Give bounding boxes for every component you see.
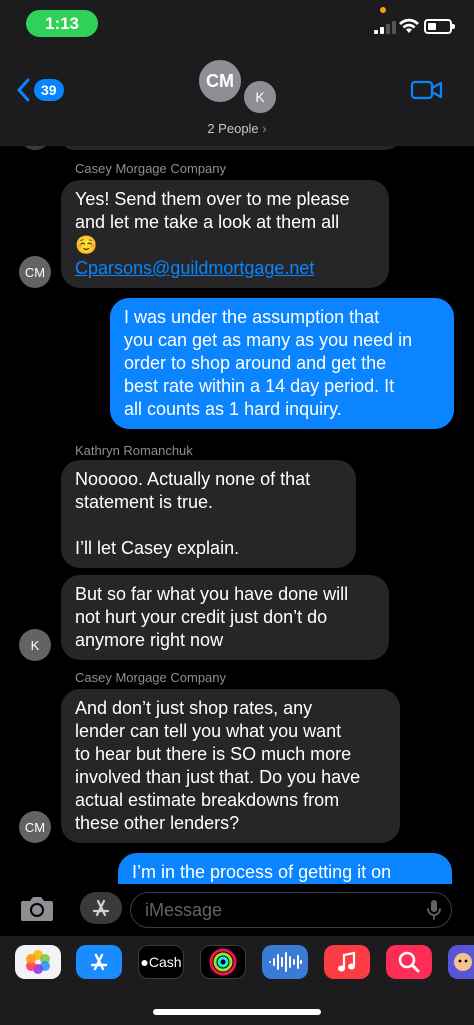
app-drawer: ●Cash <box>0 936 474 1025</box>
photos-app[interactable] <box>15 945 61 979</box>
people-count-label: 2 People <box>207 121 259 136</box>
message-line: involved than just that. Do you have <box>75 767 361 787</box>
status-bar: 1:13 <box>0 0 474 50</box>
message-line: all counts as 1 hard inquiry. <box>124 399 342 419</box>
message-line: you can get as many as you need in <box>124 330 413 350</box>
sender-name: Casey Morgage Company <box>75 161 227 176</box>
apple-cash-icon: ●Cash <box>140 954 181 970</box>
app-store-glyph-icon <box>92 899 110 917</box>
activity-app[interactable] <box>200 945 246 979</box>
compose-bar: iMessage <box>0 884 474 936</box>
apple-logo-icon: ● <box>140 954 149 970</box>
message-line: not hurt your credit just don’t do <box>75 607 328 627</box>
email-link[interactable]: Cparsons@guildmortgage.net <box>75 257 375 280</box>
message-list[interactable]: Casey Morgage Company Yes! Send them ove… <box>0 146 474 884</box>
message-line: Nooooo. Actually none of that <box>75 469 311 489</box>
memoji-icon <box>454 953 472 971</box>
battery-icon <box>424 19 455 34</box>
avatar[interactable]: CM <box>19 256 51 288</box>
message-line: actual estimate breakdowns from <box>75 790 340 810</box>
apple-cash-app[interactable]: ●Cash <box>138 945 184 979</box>
message-line: these other lenders? <box>75 813 240 833</box>
app-store-icon <box>90 953 108 971</box>
message-line: to hear but there is SO much more <box>75 744 352 764</box>
cellular-signal-icon <box>374 20 396 34</box>
previous-avatar-fragment <box>20 146 50 150</box>
message-line: order to shop around and get the <box>124 353 387 373</box>
message-line: And don’t just shop rates, any <box>75 698 313 718</box>
apple-cash-label: Cash <box>148 954 182 970</box>
message-bubble[interactable]: Nooooo. Actually none of that statement … <box>61 460 356 568</box>
back-button[interactable]: 39 <box>16 78 64 102</box>
memoji-app[interactable] <box>448 945 474 979</box>
message-line: I’m in the process of getting it on <box>132 862 392 882</box>
activity-icon <box>209 948 237 976</box>
wifi-icon <box>399 18 419 33</box>
message-line: I’ll let Casey explain. <box>75 538 240 558</box>
message-line: lender can tell you what you want <box>75 721 342 741</box>
photos-icon <box>26 950 50 974</box>
message-line: statement is true. <box>75 492 214 512</box>
mic-indicator-dot <box>380 7 386 13</box>
previous-bubble-fragment <box>60 146 400 150</box>
message-line: best rate within a 14 day period. It <box>124 376 395 396</box>
music-app[interactable] <box>324 945 370 979</box>
message-line: I was under the assumption that <box>124 307 380 327</box>
home-indicator[interactable] <box>153 1009 321 1015</box>
unread-count-badge: 39 <box>34 79 64 101</box>
message-line: and let me take a look at them all <box>75 212 340 232</box>
video-call-icon[interactable] <box>410 78 444 102</box>
avatar[interactable]: K <box>19 629 51 661</box>
chevron-right-icon: › <box>262 121 267 136</box>
microphone-icon[interactable] <box>426 899 442 921</box>
chevron-left-icon <box>17 78 30 102</box>
audio-message-app[interactable] <box>262 945 308 979</box>
search-images-icon <box>398 951 420 973</box>
message-line: anymore right now <box>75 630 224 650</box>
message-bubble[interactable]: And don’t just shop rates, any lender ca… <box>61 689 400 843</box>
audio-message-icon <box>269 952 302 972</box>
music-icon <box>338 951 356 972</box>
avatar[interactable]: CM <box>19 811 51 843</box>
search-images-app[interactable] <box>386 945 432 979</box>
camera-icon[interactable] <box>19 893 55 923</box>
status-time[interactable]: 1:13 <box>26 10 98 37</box>
message-input[interactable]: iMessage <box>130 892 452 928</box>
emoji: ☺️ <box>75 235 98 255</box>
message-line: Yes! Send them over to me please <box>75 189 350 209</box>
group-avatar-main[interactable]: CM <box>197 58 243 104</box>
group-avatar-second[interactable]: K <box>242 79 278 115</box>
app-store-app[interactable] <box>76 945 122 979</box>
message-bubble-sent[interactable]: I’m in the process of getting it on <box>118 853 452 884</box>
message-bubble-sent[interactable]: I was under the assumption that you can … <box>110 298 454 429</box>
group-details-link[interactable]: 2 People › <box>0 121 474 136</box>
message-line: But so far what you have done will <box>75 584 349 604</box>
message-bubble[interactable]: But so far what you have done will not h… <box>61 575 389 660</box>
app-store-button[interactable] <box>80 892 122 924</box>
sender-name: Casey Morgage Company <box>75 670 227 685</box>
sender-name: Kathryn Romanchuk <box>75 443 193 458</box>
message-bubble[interactable]: Yes! Send them over to me please and let… <box>61 180 389 288</box>
conversation-header: 39 CM K 2 People › <box>0 50 474 146</box>
